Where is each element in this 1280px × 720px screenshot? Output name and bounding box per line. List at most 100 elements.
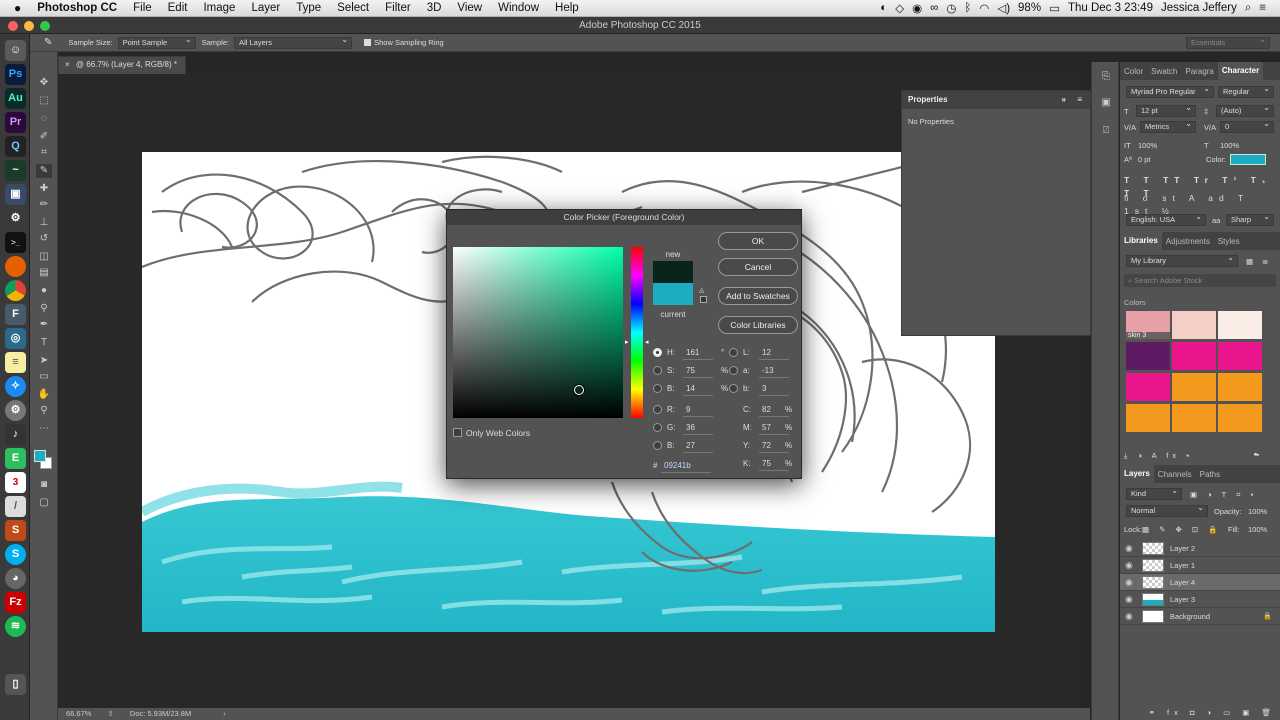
red-input[interactable]: 9 — [683, 404, 713, 417]
close-window-button[interactable] — [8, 21, 18, 31]
dock-audition-icon[interactable]: Au — [5, 88, 26, 109]
sample-size-select[interactable]: Point Sample — [117, 35, 196, 49]
hand-tool-icon[interactable]: ✋ — [36, 388, 52, 402]
dock-photoshop-icon[interactable]: Ps — [5, 64, 26, 85]
visibility-eye-icon[interactable]: ◉ — [1125, 591, 1137, 608]
tab-styles[interactable]: Styles — [1214, 237, 1244, 246]
dock-network-icon[interactable]: ◎ — [5, 328, 26, 349]
green-input[interactable]: 36 — [683, 422, 713, 435]
panel-menu-icon[interactable]: ≡ — [1077, 91, 1082, 109]
color-libraries-button[interactable]: Color Libraries — [718, 316, 798, 334]
dock-activity-icon[interactable]: ~ — [5, 160, 26, 181]
app-menu[interactable]: Photoshop CC — [29, 2, 125, 14]
hue-input[interactable]: 161 — [683, 347, 713, 360]
export-icon[interactable]: ⇪ — [108, 709, 114, 718]
color-field-cursor[interactable] — [574, 385, 584, 395]
add-to-swatches-button[interactable]: Add to Swatches — [718, 287, 798, 305]
saturation-brightness-field[interactable] — [453, 247, 623, 418]
grid-view-icon[interactable]: ▦ — [1246, 255, 1253, 268]
move-tool-icon[interactable]: ✥ — [36, 76, 52, 90]
layer-filter-icons[interactable]: ▣ ◑ T ⌗ ▪ — [1190, 488, 1257, 501]
crop-tool-icon[interactable]: ⌗ — [36, 146, 52, 160]
dock-sequel-icon[interactable]: ◕ — [5, 568, 26, 589]
type-style-buttons[interactable]: T T TT Tr T¹ T₁ T T — [1124, 174, 1276, 198]
tab-libraries[interactable]: Libraries — [1120, 232, 1162, 250]
lab-l-input[interactable]: 12 — [759, 347, 789, 360]
tab-paragraph[interactable]: Paragra — [1181, 67, 1217, 76]
screen-mode-icon[interactable]: ▢ — [36, 496, 52, 510]
opacity-value[interactable]: 100% — [1248, 505, 1267, 518]
properties-header[interactable]: Properties » ≡ — [902, 91, 1090, 109]
foreground-color-swatch[interactable] — [34, 450, 46, 462]
layer-filter-select[interactable]: Kind — [1126, 486, 1182, 500]
dock-skype-icon[interactable]: S — [5, 544, 26, 565]
library-color-swatch[interactable] — [1218, 404, 1262, 432]
volume-icon[interactable]: ◁) — [993, 1, 1014, 15]
zoom-window-button[interactable] — [40, 21, 50, 31]
antialias-select[interactable]: Sharp — [1226, 212, 1274, 226]
only-web-colors-checkbox[interactable] — [453, 428, 462, 437]
pen-tool-icon[interactable]: ✒ — [36, 318, 52, 332]
out-of-gamut-icon[interactable]: ◬ — [699, 286, 704, 294]
dodge-tool-icon[interactable]: ⚲ — [36, 302, 52, 316]
text-color-swatch[interactable] — [1230, 154, 1266, 165]
dock-calendar-icon[interactable]: 3 — [5, 472, 26, 493]
dock-virtualbox-icon[interactable]: ▣ — [5, 184, 26, 205]
lock-icons[interactable]: ▦ ✎ ✥ ⊡ 🔒 — [1142, 523, 1222, 536]
quick-mask-icon[interactable]: ◙ — [36, 478, 52, 492]
menu-image[interactable]: Image — [195, 2, 243, 14]
tab-character[interactable]: Character — [1217, 62, 1264, 80]
path-select-tool-icon[interactable]: ➤ — [36, 354, 52, 368]
saturation-input[interactable]: 75 — [683, 365, 713, 378]
font-style-select[interactable]: Regular — [1218, 84, 1274, 98]
brightness-input[interactable]: 14 — [683, 383, 713, 396]
menu-layer[interactable]: Layer — [243, 2, 288, 14]
hue-slider[interactable] — [631, 247, 643, 418]
saturation-radio[interactable] — [653, 366, 662, 375]
dock-trash-icon[interactable]: ▯ — [5, 674, 26, 695]
evernote-icon[interactable]: ◐ — [876, 2, 891, 14]
dock-safari-icon[interactable]: ✧ — [5, 376, 26, 397]
dock-chrome-icon[interactable] — [5, 280, 26, 301]
lab-a-input[interactable]: -13 — [759, 365, 789, 378]
layers-footer[interactable]: ⚭ fx ◘ ◑ ▭ ▣ 🗑 — [1124, 706, 1276, 719]
eyedropper-tool-icon[interactable]: ✎ — [36, 164, 52, 178]
history-panel-icon[interactable]: ⎘ — [1098, 70, 1114, 84]
menu-window[interactable]: Window — [490, 2, 547, 14]
blue-input[interactable]: 27 — [683, 440, 713, 453]
language-select[interactable]: English: USA — [1126, 212, 1206, 226]
library-select[interactable]: My Library — [1126, 253, 1238, 267]
creative-cloud-icon[interactable]: ∞ — [926, 2, 942, 14]
menu-view[interactable]: View — [449, 2, 490, 14]
record-icon[interactable]: ◉ — [908, 1, 926, 15]
rectangle-tool-icon[interactable]: ▭ — [36, 370, 52, 384]
dock-finder-icon[interactable]: ☺ — [5, 40, 26, 61]
dialog-title[interactable]: Color Picker (Foreground Color) — [447, 210, 801, 225]
library-color-swatch[interactable] — [1218, 311, 1262, 339]
blue-radio[interactable] — [653, 441, 662, 450]
library-toolbar[interactable]: ⤓ ◑ A fx ▪ ☁ ▭ — [1124, 449, 1276, 473]
visibility-eye-icon[interactable]: ◉ — [1125, 557, 1137, 574]
dock-terminal-icon[interactable]: >_ — [5, 232, 26, 253]
menu-type[interactable]: Type — [288, 2, 329, 14]
tab-swatches[interactable]: Swatch — [1147, 67, 1181, 76]
quick-select-tool-icon[interactable]: ✐ — [36, 130, 52, 144]
dock-sublime-icon[interactable]: S — [5, 520, 26, 541]
dock-filezilla-icon[interactable]: Fz — [5, 592, 26, 613]
library-color-swatch[interactable] — [1218, 373, 1262, 401]
brightness-radio[interactable] — [653, 384, 662, 393]
apple-icon[interactable]: ● — [0, 1, 29, 15]
history-brush-icon[interactable]: ↺ — [36, 232, 52, 246]
healing-tool-icon[interactable]: ✚ — [36, 182, 52, 196]
hscale-value[interactable]: 100% — [1220, 139, 1239, 152]
layer-row[interactable]: ◉ Layer 1 — [1120, 557, 1280, 574]
tracking-select[interactable]: 0 — [1220, 119, 1274, 133]
layer-row[interactable]: ◉ Layer 3 — [1120, 591, 1280, 608]
font-family-select[interactable]: Myriad Pro Regular — [1126, 84, 1214, 98]
cancel-button[interactable]: Cancel — [718, 258, 798, 276]
close-tab-icon[interactable]: × — [65, 60, 70, 69]
lab-l-radio[interactable] — [729, 348, 738, 357]
dock-preview-icon[interactable]: F — [5, 304, 26, 325]
dock-evernote-icon[interactable]: E — [5, 448, 26, 469]
dropbox-icon[interactable]: ◇ — [891, 1, 908, 15]
